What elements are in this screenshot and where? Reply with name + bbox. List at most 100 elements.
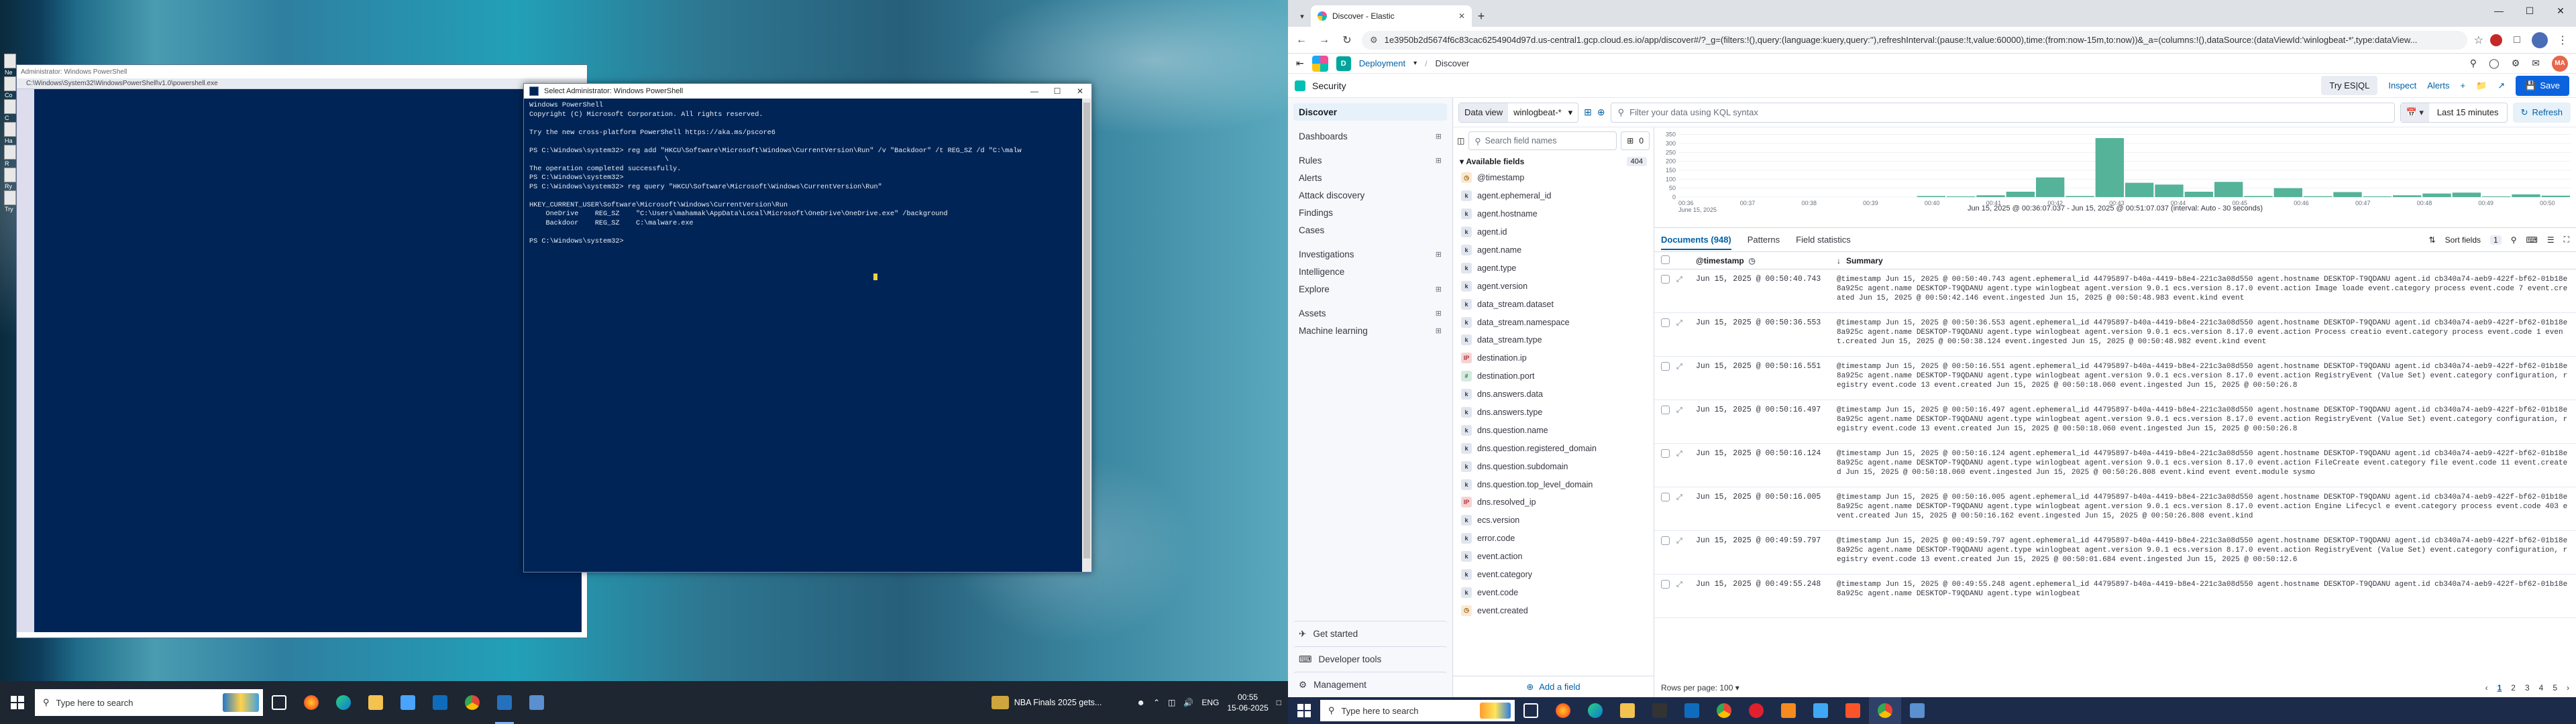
histogram-bar[interactable] [2541,195,2570,197]
field-item[interactable]: k ecs.version [1453,511,1654,530]
new-tab-button[interactable]: + [1472,5,1491,27]
taskbar-search[interactable]: ⚲ Type here to search [1320,700,1515,721]
help-icon[interactable]: ◯ [2489,58,2500,69]
nav-item-machine-learning[interactable]: Machine learning ⊞ [1293,322,1447,339]
calendar-icon[interactable]: 📅 ▾ [2400,103,2429,122]
histogram-bar[interactable] [1917,196,1945,197]
row-checkbox[interactable] [1661,318,1670,327]
page-link[interactable]: 1 [2498,683,2502,692]
start-button[interactable] [0,681,35,724]
histogram-bar[interactable] [2452,192,2481,197]
ps-back-console[interactable] [34,89,582,632]
nav-item-cases[interactable]: Cases [1293,221,1447,239]
page-link[interactable]: 3 [2525,683,2530,692]
address-bar[interactable]: ⚙ 1e3950b2d5674f6c83cac6254904d97d.us-ce… [1362,30,2467,50]
histogram-bar[interactable] [2125,182,2154,197]
tab-close-icon[interactable]: ✕ [1458,11,1465,21]
app-grid-icon[interactable]: ⊞ [1436,285,1442,294]
firefox-icon[interactable] [1547,697,1579,724]
table-row[interactable]: ⤢ Jun 15, 2025 @ 00:49:55.248 @timestamp J… [1654,575,2576,618]
row-checkbox[interactable] [1661,536,1670,545]
desktop-icon[interactable]: C [4,99,16,121]
field-item[interactable]: k dns.question.registered_domain [1453,439,1654,457]
minimize-icon[interactable]: — [2483,0,2514,21]
space-avatar[interactable]: D [1336,56,1351,71]
field-item[interactable]: k agent.ephemeral_id [1453,187,1654,205]
field-item[interactable]: k agent.hostname [1453,205,1654,223]
back-icon[interactable]: ← [1293,34,1309,46]
expand-icon[interactable]: ⤢ [1676,493,1682,530]
expand-icon[interactable]: ⤢ [1676,318,1682,356]
table-row[interactable]: ⤢ Jun 15, 2025 @ 00:50:16.497 @timestamp J… [1654,400,2576,444]
desktop-icon[interactable]: Co [4,76,16,99]
profile-icon[interactable] [2532,32,2548,48]
table-row[interactable]: ⤢ Jun 15, 2025 @ 00:49:59.797 @timestamp J… [1654,531,2576,575]
edge-icon[interactable] [327,681,360,724]
table-row[interactable]: ⤢ Jun 15, 2025 @ 00:50:16.005 @timestamp J… [1654,487,2576,531]
nav-item-explore[interactable]: Explore ⊞ [1293,280,1447,298]
chevron-up-icon[interactable]: ⌃ [1153,698,1160,707]
select-all-checkbox[interactable] [1661,255,1670,264]
elastic-logo-icon[interactable] [1311,55,1328,72]
snipping-tool-icon[interactable] [1901,697,1933,724]
site-info-icon[interactable]: ⚙ [1370,35,1378,46]
news-feed-icon[interactable]: ✉ [2532,58,2540,69]
col-summary[interactable]: Summary [1846,256,1883,265]
maximize-icon[interactable]: ☐ [1046,86,1069,96]
try-esql-button[interactable]: Try ES|QL [2321,76,2378,95]
prev-page-icon[interactable]: ‹ [2485,683,2488,692]
field-item[interactable]: k agent.id [1453,223,1654,241]
filter-icon[interactable]: ⊞ [1584,107,1592,118]
time-picker[interactable]: 📅 ▾ Last 15 minutes [2400,102,2508,123]
nav-item-management[interactable]: ⚙ Management [1293,672,1447,697]
save-button[interactable]: 💾 Save [2516,75,2569,96]
histogram-bar[interactable] [2036,177,2065,197]
sort-fields-button[interactable]: Sort fields [2445,235,2481,245]
breadcrumb-deployment[interactable]: Deployment [1359,58,1405,68]
histogram-bar[interactable] [2363,196,2392,197]
field-item[interactable]: k dns.question.name [1453,421,1654,439]
chrome-icon[interactable] [456,681,488,724]
store-icon[interactable] [392,681,424,724]
histogram-bar[interactable] [2184,192,2213,197]
page-link[interactable]: 4 [2539,683,2544,692]
rows-per-page[interactable]: Rows per page: 100 [1661,683,1733,692]
field-item[interactable]: IP destination.ip [1453,349,1654,367]
field-item[interactable]: k agent.name [1453,241,1654,259]
row-checkbox[interactable] [1661,362,1670,371]
desktop-icon[interactable]: Try [4,190,16,213]
row-checkbox[interactable] [1661,406,1670,414]
field-item[interactable]: ◷ event.created [1453,601,1654,619]
outlook-icon[interactable] [1676,697,1708,724]
tab-documents[interactable]: Documents (948) [1661,235,1731,250]
histogram-bar[interactable] [2095,138,2124,197]
histogram-bar[interactable] [2393,195,2422,197]
row-checkbox[interactable] [1661,580,1670,589]
nav-toggle-icon[interactable]: ⇤ [1296,58,1304,69]
app-grid-icon[interactable]: ⊞ [1436,156,1442,165]
field-item[interactable]: ◷ @timestamp [1453,169,1654,187]
extensions-icon[interactable]: □ [2509,34,2525,46]
notification-icon[interactable]: □ [1277,698,1281,707]
table-row[interactable]: ⤢ Jun 15, 2025 @ 00:50:36.553 @timestamp J… [1654,313,2576,357]
collapse-icon[interactable]: ◫ [1457,136,1464,145]
expand-icon[interactable]: ⤢ [1676,362,1682,400]
app-icon[interactable] [1805,697,1837,724]
nav-item-dashboards[interactable]: Dashboards ⊞ [1293,127,1447,145]
row-checkbox[interactable] [1661,449,1670,458]
chrome-icon[interactable] [1708,697,1740,724]
reload-icon[interactable]: ↻ [1339,34,1355,47]
volume-icon[interactable]: 🔊 [1183,698,1193,707]
nav-item-findings[interactable]: Findings [1293,204,1447,221]
fullscreen-icon[interactable]: ⛶ [2564,235,2569,245]
bookmark-star-icon[interactable]: ☆ [2474,34,2483,47]
powershell-window-front[interactable]: Select Administrator: Windows PowerShell… [523,83,1092,572]
add-field-button[interactable]: ⊕ Add a field [1453,676,1654,697]
nav-item-assets[interactable]: Assets ⊞ [1293,304,1447,322]
kql-query-input[interactable]: ⚲ Filter your data using KQL syntax [1610,102,2395,123]
alerts-link[interactable]: Alerts [2427,80,2449,90]
vlc-icon[interactable] [1772,697,1805,724]
nav-item-discover[interactable]: Discover [1293,103,1447,121]
desktop-icon[interactable]: Ha [4,122,16,144]
close-icon[interactable]: ✕ [2545,0,2576,21]
